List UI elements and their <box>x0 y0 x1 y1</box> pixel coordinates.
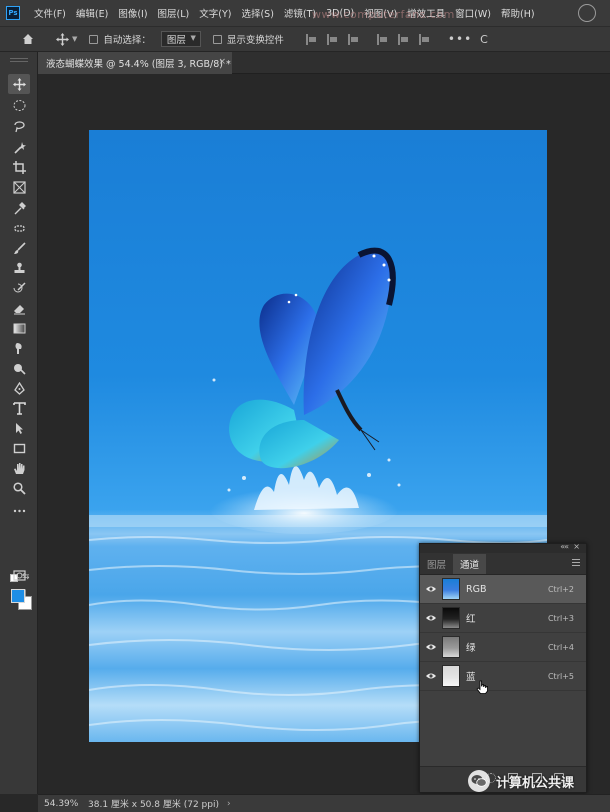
status-bar: 54.39% 38.1 厘米 x 50.8 厘米 (72 ppi) › <box>38 794 610 812</box>
menu-help[interactable]: 帮助(H) <box>501 6 535 20</box>
align-center-icon[interactable] <box>326 33 338 45</box>
visibility-eye-icon[interactable] <box>420 585 442 593</box>
channel-row-blue[interactable]: 蓝 Ctrl+5 <box>420 662 586 691</box>
align-right-icon[interactable] <box>347 33 359 45</box>
collapse-panel-icon[interactable]: «« <box>560 542 569 551</box>
channel-row-rgb[interactable]: RGB Ctrl+2 <box>420 575 586 604</box>
gradient-tool-icon[interactable] <box>11 320 27 336</box>
auto-select-target-value: 图层 <box>166 35 186 46</box>
menu-type[interactable]: 文字(Y) <box>199 6 231 20</box>
menu-window[interactable]: 窗口(W) <box>455 6 491 20</box>
pen-tool-icon[interactable] <box>11 380 27 396</box>
channel-shortcut: Ctrl+4 <box>547 642 574 652</box>
more-options-icon[interactable]: ••• <box>448 32 472 46</box>
zoom-tool-icon[interactable] <box>11 480 27 496</box>
document-tab-title: 液态蝴蝶效果 @ 54.4% (图层 3, RGB/8) * <box>46 59 231 70</box>
align-middle-icon[interactable] <box>397 33 409 45</box>
menu-bar: Ps 文件(F) 编辑(E) 图像(I) 图层(L) 文字(Y) 选择(S) 滤… <box>0 0 610 26</box>
channel-thumbnail <box>442 578 460 600</box>
marquee-tool-icon[interactable] <box>11 97 27 113</box>
blur-tool-icon[interactable] <box>11 340 27 356</box>
frame-tool-icon[interactable] <box>11 179 27 195</box>
options-bar: ▼ 自动选择： 图层 ▼ 显示变换控件 ••• C <box>0 26 610 52</box>
wechat-logo-icon <box>468 770 490 792</box>
visibility-eye-icon[interactable] <box>420 672 442 680</box>
document-tab[interactable]: 液态蝴蝶效果 @ 54.4% (图层 3, RGB/8) * × <box>38 52 232 74</box>
eyedropper-tool-icon[interactable] <box>11 200 27 216</box>
channel-shortcut: Ctrl+5 <box>547 671 574 681</box>
show-transform-label: 显示变换控件 <box>226 35 284 46</box>
channel-thumbnail <box>442 636 460 658</box>
menu-edit[interactable]: 编辑(E) <box>76 6 108 20</box>
move-tool-icon[interactable] <box>8 74 30 94</box>
dodge-tool-icon[interactable] <box>11 360 27 376</box>
type-tool-icon[interactable] <box>11 400 27 416</box>
auto-select-label: 自动选择： <box>103 35 151 46</box>
more-tools-icon[interactable] <box>11 502 27 518</box>
close-icon[interactable]: × <box>573 542 580 551</box>
brush-tool-icon[interactable] <box>11 240 27 256</box>
status-menu-arrow-icon[interactable]: › <box>227 799 231 809</box>
menu-layer[interactable]: 图层(L) <box>158 6 190 20</box>
foreground-color-swatch[interactable] <box>11 589 25 603</box>
auto-select-checkbox[interactable] <box>89 34 99 44</box>
channel-shortcut: Ctrl+3 <box>547 613 574 623</box>
channel-thumbnail <box>442 665 460 687</box>
channels-panel: «« × 图层 通道 RGB Ctrl+2 红 Ctrl+3 绿 Ctrl+4 <box>419 542 587 793</box>
eraser-tool-icon[interactable] <box>11 300 27 316</box>
wechat-account-name: 计算机公共课 <box>496 775 575 791</box>
visibility-eye-icon[interactable] <box>420 614 442 622</box>
document-tab-bar: 液态蝴蝶效果 @ 54.4% (图层 3, RGB/8) * × <box>38 52 610 74</box>
hand-tool-icon[interactable] <box>11 460 27 476</box>
hand-cursor-icon <box>476 680 488 697</box>
path-selection-tool-icon[interactable] <box>11 420 27 436</box>
panel-menu-icon[interactable] <box>572 559 580 566</box>
magic-wand-tool-icon[interactable] <box>11 139 27 155</box>
history-brush-tool-icon[interactable] <box>11 280 27 296</box>
menu-file[interactable]: 文件(F) <box>34 6 66 20</box>
channel-row-red[interactable]: 红 Ctrl+3 <box>420 604 586 633</box>
panel-tabs: 图层 通道 <box>420 553 586 575</box>
tools-panel: ⇆ <box>0 52 38 794</box>
panel-header[interactable]: «« × <box>420 542 586 553</box>
panel-grip-icon[interactable] <box>10 58 28 62</box>
align-top-icon[interactable] <box>376 33 388 45</box>
lasso-tool-icon[interactable] <box>11 118 27 134</box>
menu-image[interactable]: 图像(I) <box>118 6 147 20</box>
options-extra-label[interactable]: C <box>480 33 488 46</box>
show-transform-checkbox[interactable] <box>212 34 222 44</box>
visibility-eye-icon[interactable] <box>420 643 442 651</box>
window-control-icon[interactable] <box>578 4 596 22</box>
rectangle-tool-icon[interactable] <box>11 440 27 456</box>
auto-select-target-dropdown[interactable]: 图层 ▼ <box>160 31 201 47</box>
menu-select[interactable]: 选择(S) <box>241 6 273 20</box>
channel-shortcut: Ctrl+2 <box>547 584 574 594</box>
document-size: 38.1 厘米 x 50.8 厘米 (72 ppi) <box>88 800 219 810</box>
channel-name: 绿 <box>466 643 476 654</box>
tab-channels[interactable]: 通道 <box>453 554 487 574</box>
healing-brush-tool-icon[interactable] <box>11 220 27 236</box>
close-icon[interactable]: × <box>218 57 226 67</box>
chevron-down-icon[interactable]: ▼ <box>72 35 77 43</box>
align-left-icon[interactable] <box>305 33 317 45</box>
site-watermark: www.computerfans.com <box>312 8 455 21</box>
channel-name: 红 <box>466 614 476 625</box>
align-bottom-icon[interactable] <box>418 33 430 45</box>
move-tool-preset-icon[interactable] <box>54 31 70 47</box>
chevron-down-icon: ▼ <box>190 34 196 42</box>
channel-thumbnail <box>442 607 460 629</box>
channel-row-green[interactable]: 绿 Ctrl+4 <box>420 633 586 662</box>
home-icon[interactable] <box>20 31 36 47</box>
tab-layers[interactable]: 图层 <box>420 554 453 574</box>
zoom-level[interactable]: 54.39% <box>44 799 84 809</box>
channel-name: RGB <box>466 583 487 595</box>
photoshop-logo-icon: Ps <box>6 6 20 20</box>
quick-mask-icon[interactable] <box>11 567 27 583</box>
align-buttons <box>305 33 440 45</box>
wechat-watermark: 计算机公共课 <box>468 770 574 792</box>
clone-stamp-tool-icon[interactable] <box>11 260 27 276</box>
crop-tool-icon[interactable] <box>11 159 27 175</box>
